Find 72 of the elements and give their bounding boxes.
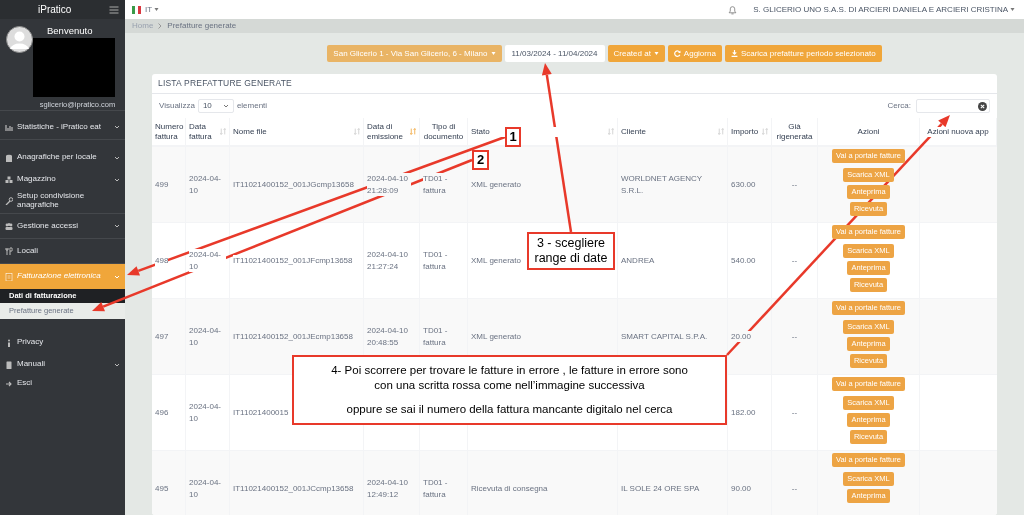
sort-icon[interactable] [354, 128, 360, 135]
show-label: Visualizza [159, 100, 195, 112]
page-size-select[interactable]: 10 [197, 99, 234, 113]
bar-chart-icon [5, 123, 13, 131]
sort-icon[interactable] [220, 128, 226, 135]
document-icon [5, 272, 13, 281]
column-header: Numero fattura [155, 121, 184, 142]
table-cell: 2024-04-10 12:49:12 [367, 477, 411, 500]
fork-knife-icon [5, 247, 13, 255]
callout-text: range di date [534, 251, 608, 266]
welcome-text: Benvenuto [47, 24, 93, 38]
table-cell: 2024-04-10 20:48:55 [367, 325, 411, 348]
wrench-icon [5, 197, 13, 205]
sidebar-item[interactable]: Gestione accessi [0, 214, 125, 239]
caret-icon [490, 52, 496, 55]
clear-icon[interactable] [978, 101, 987, 111]
sort-icon[interactable] [410, 128, 416, 135]
refresh-icon [673, 50, 681, 57]
table-cell: 2024-04-10 21:28:09 [367, 173, 411, 196]
callout-number: 1 [505, 127, 521, 147]
sidebar-item[interactable]: Magazzino [0, 170, 125, 189]
caret-icon [1010, 8, 1015, 11]
column-header: Tipo di documento [423, 121, 464, 142]
cubes-icon [5, 175, 13, 184]
logo: iPratico [38, 3, 72, 17]
refresh-button[interactable]: Aggiorna [667, 45, 722, 62]
caret-icon [154, 8, 160, 11]
callout-number: 2 [472, 150, 489, 170]
column-header[interactable]: Importo [731, 126, 760, 137]
search-label: Cerca: [887, 100, 911, 112]
column-header: Azioni [857, 126, 880, 137]
entries-label: elementi [236, 100, 268, 112]
bell-icon[interactable] [728, 4, 738, 15]
chevron-right-icon [158, 23, 163, 29]
column-header: Già rigenerata [775, 121, 814, 142]
sidebar-item[interactable]: Anagrafiche per locale [0, 145, 125, 170]
sort-icon[interactable] [762, 128, 768, 135]
sidebar-item[interactable]: Esci [0, 374, 125, 393]
callout-text: 3 - scegliere [536, 236, 606, 251]
sidebar-item[interactable]: Setup condivisione anagrafiche [0, 189, 125, 214]
table-cell: IT11021400152_001JFcmp13658 [233, 254, 353, 267]
sort-dropdown[interactable]: Created at [607, 45, 665, 62]
italy-flag-icon [132, 5, 141, 14]
date-range-field[interactable]: 11/03/2024 - 11/04/2024 [504, 45, 605, 62]
callout-text: 4- Poi scorrere per trovare le fatture in errore , le fatture in errore sono [331, 363, 688, 378]
language-dropdown[interactable]: IT [145, 3, 160, 16]
sort-icon[interactable] [608, 128, 614, 135]
breadcrumb-current: Prefatture generate [167, 20, 237, 32]
sidebar-item[interactable]: Manuali [0, 355, 125, 374]
info-icon [5, 338, 13, 347]
sort-icon[interactable] [718, 128, 724, 135]
search-field[interactable] [916, 99, 990, 113]
table-cell: 2024-04-10 21:27:24 [367, 249, 411, 272]
menu-icon[interactable] [109, 5, 119, 14]
database-icon [5, 153, 13, 162]
chevron-icon [222, 104, 229, 108]
column-header: Azioni nuova app [927, 126, 989, 137]
download-button[interactable]: Scarica prefatture periodo selezionato [724, 45, 882, 62]
card-title: LISTA PREFATTURE GENERATE [152, 74, 997, 94]
caret-icon [653, 52, 659, 55]
sidebar-item[interactable]: Privacy [0, 330, 125, 355]
callout-text: con una scritta rossa come nell’immagine successiva [374, 378, 645, 393]
sidebar-item[interactable]: Statistiche - iPratico eat [0, 115, 125, 140]
sidebar-item[interactable]: Fatturazione elettronica [0, 264, 125, 289]
callout-text: oppure se sai il numero della fattura mancante digitalo nel cerca [346, 402, 673, 417]
table-cell: 20.00 [731, 330, 752, 343]
location-dropdown[interactable]: San Glicerio 1 - Via San Glicerio, 6 - Milano [327, 45, 502, 62]
exit-icon [5, 379, 13, 388]
company-menu[interactable]: S. GLICERIO UNO S.A.S. DI ARCIERI DANIELA E ARCIERI CRISTINA [753, 3, 1015, 16]
download-icon [730, 50, 738, 57]
table-cell: 2024-04-10 [189, 249, 226, 272]
avatar-icon [6, 26, 33, 53]
